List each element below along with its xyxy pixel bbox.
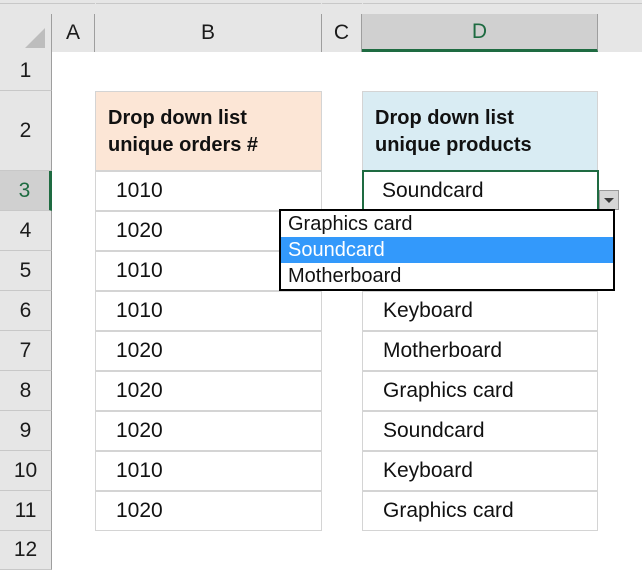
row-header-1[interactable]: 1 [0, 52, 52, 91]
row-header-1-label: 1 [19, 59, 32, 82]
column-header-c[interactable]: C [322, 14, 362, 52]
cell-d2-line2: unique products [375, 134, 532, 156]
cell-b9-value: 1020 [116, 419, 163, 442]
cell-b7-value: 1020 [116, 339, 163, 362]
select-all-triangle-icon [25, 28, 45, 48]
column-header-b[interactable]: B [95, 14, 322, 52]
active-cell-value: Soundcard [382, 179, 484, 202]
column-header-c-label: C [333, 21, 350, 44]
dropdown-option-motherboard[interactable]: Motherboard [281, 263, 613, 289]
cell-d10-value: Keyboard [383, 459, 473, 482]
row-header-8[interactable]: 8 [0, 371, 52, 411]
column-header-d[interactable]: D [362, 14, 598, 52]
cell-d8-value: Graphics card [383, 379, 514, 402]
cell-b11[interactable]: 1020 [95, 491, 322, 531]
row-header-9[interactable]: 9 [0, 411, 52, 451]
column-header-a-label: A [65, 21, 80, 44]
cell-b3[interactable]: 1010 [95, 171, 322, 211]
cell-b4-value: 1020 [116, 219, 163, 242]
dropdown-option-soundcard[interactable]: Soundcard [281, 237, 613, 263]
row-header-5[interactable]: 5 [0, 251, 52, 291]
row-header-7[interactable]: 7 [0, 331, 52, 371]
column-header-e[interactable] [598, 14, 642, 52]
row-header-2-label: 2 [19, 118, 32, 142]
cell-b2-line2: unique orders # [108, 134, 259, 156]
cell-d8[interactable]: Graphics card [362, 371, 598, 411]
cell-d2-line1: Drop down list [375, 107, 514, 129]
dropdown-toggle-button[interactable] [599, 190, 619, 210]
cell-d9[interactable]: Soundcard [362, 411, 598, 451]
cell-d9-value: Soundcard [383, 419, 485, 442]
dropdown-option-graphics-card[interactable]: Graphics card [281, 211, 613, 237]
cell-b10-value: 1010 [116, 459, 163, 482]
column-header-a[interactable]: A [52, 14, 95, 52]
cell-d2-header[interactable]: Drop down list unique products [362, 91, 598, 171]
active-cell-d3[interactable]: Soundcard [362, 170, 599, 212]
row-header-3-label: 3 [18, 178, 31, 202]
row-header-6-label: 6 [19, 298, 32, 322]
row-header-5-label: 5 [19, 258, 32, 282]
cell-d6[interactable]: Keyboard [362, 291, 598, 331]
cell-d6-value: Keyboard [383, 299, 473, 322]
row-header-10[interactable]: 10 [0, 451, 52, 491]
cell-b8[interactable]: 1020 [95, 371, 322, 411]
cell-b6[interactable]: 1010 [95, 291, 322, 331]
dropdown-option-graphics-card-label: Graphics card [288, 212, 413, 235]
select-all-button[interactable] [0, 14, 52, 52]
cell-b11-value: 1020 [116, 499, 163, 522]
dropdown-option-motherboard-label: Motherboard [288, 264, 402, 287]
cell-b3-value: 1010 [116, 179, 163, 202]
dropdown-option-soundcard-label: Soundcard [288, 238, 385, 261]
row-header-9-label: 9 [19, 418, 32, 442]
row-header-11[interactable]: 11 [0, 491, 52, 531]
row-header-12[interactable]: 12 [0, 531, 52, 570]
row-header-3[interactable]: 3 [0, 171, 52, 211]
cell-b7[interactable]: 1020 [95, 331, 322, 371]
cell-d11-value: Graphics card [383, 499, 514, 522]
cell-b9[interactable]: 1020 [95, 411, 322, 451]
column-header-d-label: D [471, 19, 488, 43]
cell-d10[interactable]: Keyboard [362, 451, 598, 491]
row-header-10-label: 10 [13, 458, 38, 482]
cell-d7-value: Motherboard [383, 339, 503, 362]
cell-b2-line1: Drop down list [108, 107, 247, 129]
row-header-2[interactable]: 2 [0, 91, 52, 171]
column-header-b-label: B [200, 21, 215, 44]
cell-d7[interactable]: Motherboard [362, 331, 598, 371]
row-header-7-label: 7 [19, 338, 32, 362]
row-header-6[interactable]: 6 [0, 291, 52, 331]
cell-b6-value: 1010 [116, 299, 163, 322]
cell-b2-header[interactable]: Drop down list unique orders # [95, 91, 322, 171]
cell-d11[interactable]: Graphics card [362, 491, 598, 531]
row-header-4-label: 4 [19, 218, 32, 242]
row-header-8-label: 8 [19, 378, 32, 402]
cell-b10[interactable]: 1010 [95, 451, 322, 491]
toolbar-strip [0, 0, 642, 14]
cell-b5-value: 1010 [116, 259, 163, 282]
row-header-11-label: 11 [14, 498, 37, 522]
dropdown-list[interactable]: Graphics card Soundcard Motherboard [279, 209, 615, 291]
row-header-12-label: 12 [13, 538, 38, 561]
chevron-down-icon [604, 197, 614, 203]
spreadsheet-grid: A B C D 1 2 3 4 5 6 7 8 9 10 11 12 Drop … [0, 0, 642, 570]
cell-b8-value: 1020 [116, 379, 163, 402]
row-header-4[interactable]: 4 [0, 211, 52, 251]
